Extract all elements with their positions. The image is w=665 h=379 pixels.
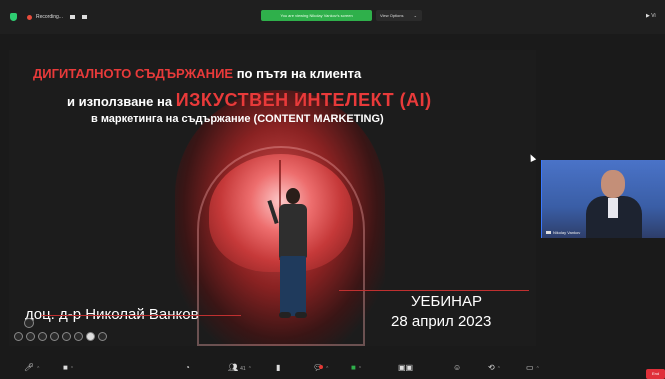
pointer-icon[interactable] xyxy=(86,332,95,341)
apps-button[interactable]: ⟲ ⌃ xyxy=(488,363,501,374)
security-button[interactable]: ◔ xyxy=(185,363,190,373)
reactions-button[interactable]: ☺ xyxy=(453,363,461,373)
polls-button[interactable]: ▮ xyxy=(276,363,280,373)
highlighter-icon[interactable] xyxy=(50,332,59,341)
reactions-icon: ☺ xyxy=(453,363,462,372)
chat-button[interactable]: 💬︎⌃ xyxy=(313,363,329,374)
video-icon: ■ xyxy=(63,363,68,372)
participants-button[interactable]: 👥︎ 41 ⌃ xyxy=(228,363,252,374)
event-underline xyxy=(339,290,529,291)
pen-icon[interactable] xyxy=(38,332,47,341)
security-shield-icon xyxy=(10,13,17,21)
apps-icon: ⟲ xyxy=(488,363,495,372)
chat-notification-badge xyxy=(319,365,323,369)
recording-indicator[interactable]: Recording... xyxy=(10,13,87,21)
meeting-top-bar: Recording... You are viewing Nikolay Van… xyxy=(0,0,665,34)
person-legs xyxy=(280,256,306,316)
chevron-up-icon[interactable]: ⌃ xyxy=(497,366,501,372)
slides-grid-icon[interactable] xyxy=(74,332,83,341)
view-button[interactable]: ▣▣ xyxy=(398,363,413,373)
title-text-1: по пътя на клиента xyxy=(233,66,362,81)
participant-name: Nikolay Vankov xyxy=(553,230,581,235)
next-slide-icon[interactable] xyxy=(26,332,35,341)
recording-label: Recording... xyxy=(36,14,63,20)
more-icon: ▭ xyxy=(526,363,534,372)
participant-shirt xyxy=(608,198,618,218)
more-options-icon[interactable] xyxy=(98,332,107,341)
person-shoe-left xyxy=(279,312,291,318)
meeting-toolbar: 🎤︎⌃ ■⌃ ◔ 👥︎41⌃ ▮ 💬︎⌃ ■⌃ ▣▣ ☺ ⟲⌃ ▭⌃ xyxy=(0,356,665,379)
more-button[interactable]: ▭ ⌃ xyxy=(526,363,540,374)
chevron-up-icon[interactable]: ⌃ xyxy=(358,366,362,372)
participant-head xyxy=(601,170,625,198)
view-toggle-button[interactable]: ▶ Vi xyxy=(646,13,656,19)
view-options-label: View Options xyxy=(380,13,404,18)
event-label: УЕБИНАР xyxy=(411,293,483,310)
view-icon: ▣▣ xyxy=(398,363,414,372)
microphone-icon: 🎤︎ xyxy=(24,363,35,372)
person-head xyxy=(286,188,300,204)
chevron-up-icon[interactable]: ⌃ xyxy=(248,366,252,372)
slide-navigation xyxy=(14,332,107,341)
recording-dot-icon xyxy=(27,14,32,20)
screen-share-banner: You are viewing Nikolay Vankov's screen xyxy=(261,10,372,21)
event-date: 28 април 2023 xyxy=(391,313,492,330)
slide-title-line-1: ДИГИТАЛНОТО СЪДЪРЖАНИЕ по пътя на клиент… xyxy=(33,66,453,81)
microphone-button[interactable]: 🎤︎ ⌃ xyxy=(24,363,40,374)
participants-icon: 👥︎ xyxy=(228,363,239,372)
chevron-up-icon[interactable]: ⌃ xyxy=(36,366,40,372)
share-screen-button[interactable]: ■ ⌃ xyxy=(351,363,362,374)
zoom-icon[interactable] xyxy=(62,332,71,341)
view-options-button[interactable]: View Options ⌄ xyxy=(376,10,422,21)
title-highlight-2: ИЗКУСТВЕН ИНТЕЛЕКТ (AI) xyxy=(175,90,432,110)
title-text-2: и използване на xyxy=(67,94,176,109)
pause-recording-icon[interactable] xyxy=(69,15,75,19)
person-body xyxy=(279,204,307,258)
slide-title-line-3: в маркетинга на съдържание (CONTENT MARK… xyxy=(91,113,384,125)
share-screen-icon: ■ xyxy=(351,363,356,372)
participant-video-tile[interactable]: Nikolay Vankov xyxy=(541,160,665,238)
chevron-up-icon[interactable]: ⌃ xyxy=(536,366,540,372)
security-icon: ◔ xyxy=(185,363,190,372)
stop-recording-icon[interactable] xyxy=(81,15,87,19)
video-button[interactable]: ■ ⌃ xyxy=(63,363,74,374)
author-underline xyxy=(41,315,241,316)
pen-tool-icon[interactable] xyxy=(24,318,34,328)
signal-icon xyxy=(546,231,551,234)
shared-screen-slide: ДИГИТАЛНОТО СЪДЪРЖАНИЕ по пътя на клиент… xyxy=(9,50,536,346)
participant-name-tag: Nikolay Vankov xyxy=(546,230,580,235)
slide-title-line-2: и използване на ИЗКУСТВЕН ИНТЕЛЕКТ (AI) xyxy=(67,90,507,111)
polls-icon: ▮ xyxy=(276,363,281,372)
chevron-up-icon[interactable]: ⌃ xyxy=(325,366,329,372)
end-meeting-button[interactable]: End xyxy=(646,369,665,379)
title-highlight-1: ДИГИТАЛНОТО СЪДЪРЖАНИЕ xyxy=(33,66,234,81)
participants-count: 41 xyxy=(240,366,246,372)
chevron-down-icon: ⌄ xyxy=(413,13,417,18)
previous-slide-icon[interactable] xyxy=(14,332,23,341)
chevron-up-icon[interactable]: ⌃ xyxy=(70,366,74,372)
person-shoe-right xyxy=(295,312,307,318)
